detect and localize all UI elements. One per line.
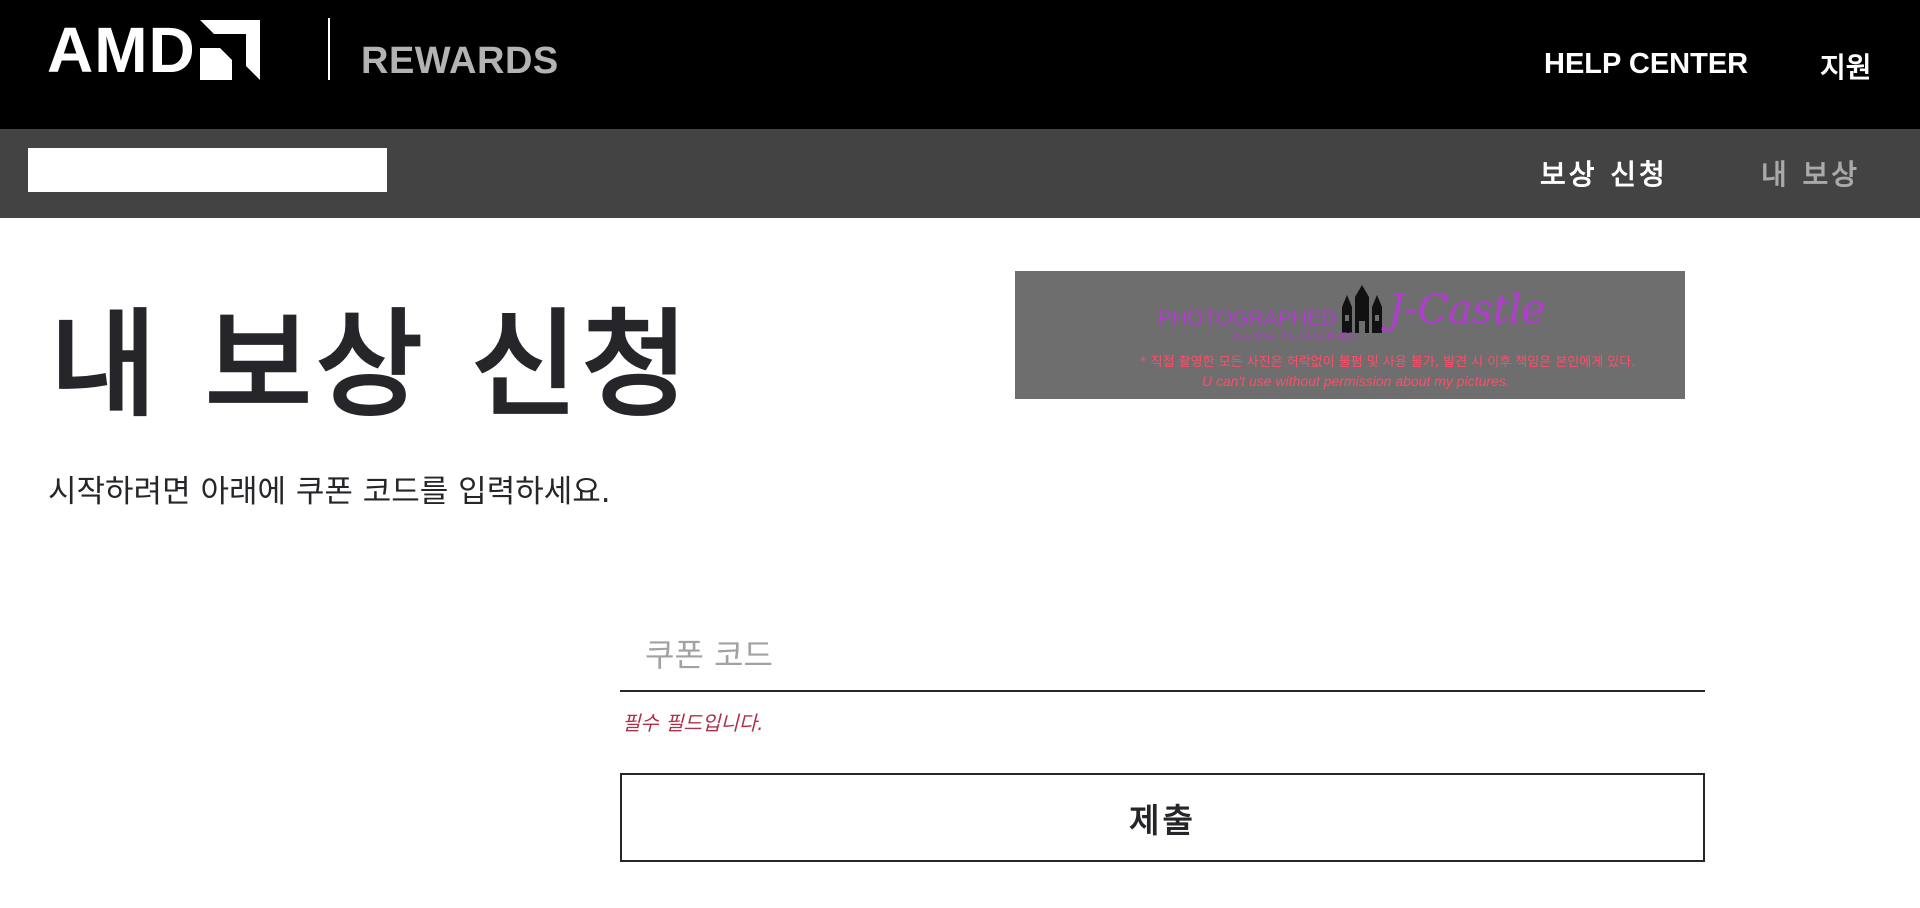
subnav-item-my-rewards[interactable]: 내 보상 (1761, 153, 1860, 193)
banner-warning-text: * 직접 촬영한 모든 사진은 허락없이 불펌 및 사용 불가, 발견 시 이후… (1140, 355, 1636, 370)
required-field-error: 필수 필드입니다. (622, 711, 764, 735)
banner-photographed-text: PHOTOGRAPHED (1158, 307, 1337, 330)
redacted-box (28, 148, 387, 192)
amd-arrow-logo-icon (199, 20, 260, 80)
watermark-banner: PHOTOGRAPHED J-Castle ALL RIGHTS RESERVE… (1015, 271, 1685, 399)
page-subtitle: 시작하려면 아래에 쿠폰 코드를 입력하세요. (48, 474, 611, 510)
banner-tagline: ALL RIGHTS RESERVED (1233, 331, 1357, 341)
submit-button[interactable]: 제출 (620, 773, 1705, 862)
top-bar: AMD REWARDS HELP CENTER 지원 (0, 0, 1920, 129)
amd-logo[interactable]: AMD (47, 18, 260, 82)
banner-heading: PHOTOGRAPHED J-Castle (1158, 285, 1545, 333)
castle-icon (1342, 285, 1383, 333)
banner-brand-text: J-Castle (1388, 287, 1546, 333)
coupon-code-input[interactable] (620, 620, 1705, 692)
subnav-item-claim-reward[interactable]: 보상 신청 (1540, 153, 1668, 193)
banner-english-text: U can't use without permission about my … (1202, 373, 1510, 389)
support-link[interactable]: 지원 (1820, 46, 1872, 86)
logo-text: AMD (47, 14, 196, 86)
help-center-link[interactable]: HELP CENTER (1544, 48, 1748, 81)
sub-nav: 보상 신청 내 보상 (0, 129, 1920, 218)
page-title: 내 보상 신청 (50, 298, 693, 433)
rewards-section-label[interactable]: REWARDS (361, 40, 559, 83)
logo-divider (328, 18, 330, 80)
